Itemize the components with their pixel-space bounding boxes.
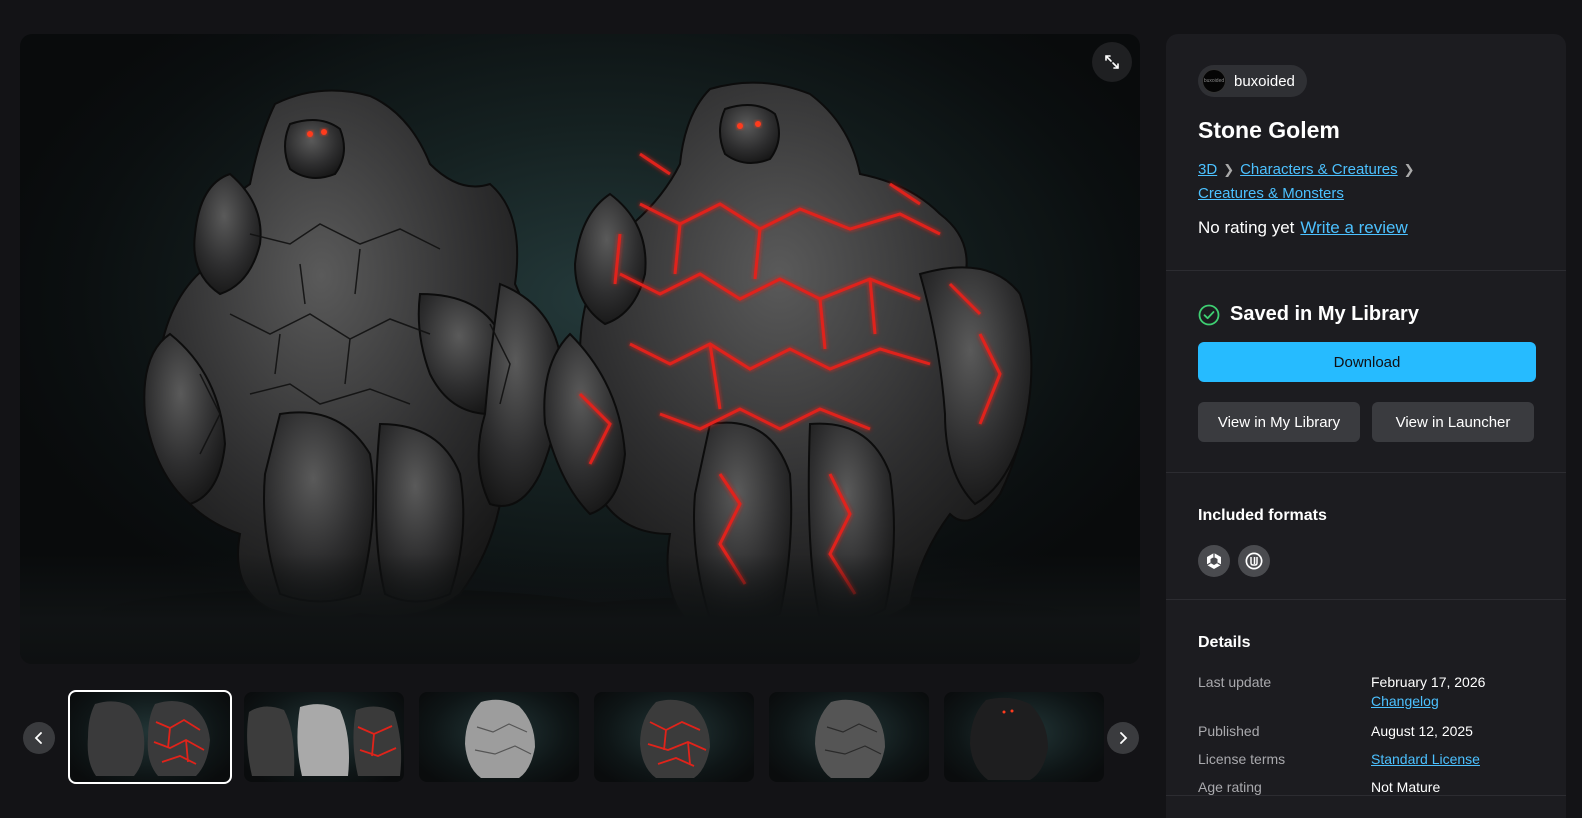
- details-heading: Details: [1198, 634, 1251, 651]
- seller-name: buxoided: [1234, 72, 1295, 90]
- detail-license: License terms Standard License: [1198, 751, 1534, 767]
- detail-last-update: Last update February 17, 2026 Changelog: [1198, 674, 1534, 709]
- unity-format-badge[interactable]: [1198, 545, 1230, 577]
- breadcrumb: 3D ❯ Characters & Creatures ❯ Creatures & Mo…: [1198, 158, 1448, 206]
- fullscreen-button[interactable]: [1092, 42, 1132, 82]
- product-title: Stone Golem: [1198, 117, 1340, 143]
- detail-label: Age rating: [1198, 779, 1262, 795]
- product-info-panel: buxoided buxoided Stone Golem 3D ❯ Charact…: [1166, 34, 1566, 818]
- chevron-right-icon: [1120, 732, 1128, 744]
- thumbnail-1[interactable]: [68, 690, 232, 784]
- view-in-my-library-button[interactable]: View in My Library: [1198, 402, 1360, 442]
- thumbnail-image: [247, 704, 402, 776]
- carousel-next-button[interactable]: [1107, 722, 1139, 754]
- detail-label: License terms: [1198, 751, 1286, 767]
- thumbnail-image: [970, 697, 1048, 780]
- unity-icon: [1206, 553, 1222, 569]
- thumbnail-3[interactable]: [419, 692, 579, 782]
- detail-published: Published August 12, 2025: [1198, 723, 1534, 739]
- changelog-link[interactable]: Changelog: [1371, 693, 1439, 709]
- details-section: Details Last update February 17, 2026 Ch…: [1166, 600, 1566, 796]
- library-actions: View in My Library View in Launcher: [1198, 402, 1534, 442]
- thumbnail-2[interactable]: [244, 692, 404, 782]
- library-status-text: Saved in My Library: [1230, 303, 1419, 325]
- chevron-left-icon: [34, 732, 42, 744]
- formats-section: Included formats: [1166, 473, 1566, 600]
- seller-chip[interactable]: buxoided buxoided: [1198, 65, 1307, 97]
- thumbnail-image: [87, 700, 210, 776]
- rating-row: No rating yet Write a review: [1198, 218, 1534, 238]
- detail-label: Last update: [1198, 674, 1272, 690]
- last-update-date: February 17, 2026: [1371, 674, 1486, 690]
- age-rating-value: Not Mature: [1371, 779, 1441, 795]
- detail-value: February 17, 2026 Changelog: [1371, 674, 1485, 709]
- product-header-section: buxoided buxoided Stone Golem 3D ❯ Charact…: [1166, 34, 1566, 271]
- thumbnail-image: [465, 699, 535, 778]
- expand-arrows-icon: [1105, 55, 1119, 69]
- render-floor: [20, 554, 1140, 664]
- seller-avatar: buxoided: [1202, 69, 1226, 93]
- golem-left: [143, 89, 562, 620]
- thumbnail-4[interactable]: [594, 692, 754, 782]
- detail-age-rating: Age rating Not Mature: [1198, 779, 1534, 795]
- golem-right-eye: [755, 121, 761, 127]
- view-in-launcher-button[interactable]: View in Launcher: [1372, 402, 1534, 442]
- breadcrumb-separator-icon: ❯: [1403, 162, 1415, 177]
- carousel-prev-button[interactable]: [23, 722, 55, 754]
- thumbnail-track: [68, 690, 1113, 785]
- golem-left-eye: [307, 131, 313, 137]
- breadcrumb-characters-creatures[interactable]: Characters & Creatures: [1240, 161, 1398, 178]
- published-date: August 12, 2025: [1371, 723, 1473, 739]
- thumbnail-carousel: [20, 690, 1140, 785]
- breadcrumb-3d[interactable]: 3D: [1198, 161, 1217, 178]
- product-image-viewer[interactable]: [20, 34, 1140, 664]
- formats-heading: Included formats: [1198, 507, 1327, 524]
- breadcrumb-separator-icon: ❯: [1223, 162, 1235, 177]
- rating-status: No rating yet: [1198, 218, 1295, 237]
- detail-label: Published: [1198, 723, 1260, 739]
- breadcrumb-creatures-monsters[interactable]: Creatures & Monsters: [1198, 185, 1344, 202]
- standard-license-link[interactable]: Standard License: [1371, 751, 1480, 767]
- unreal-format-badge[interactable]: [1238, 545, 1270, 577]
- unreal-engine-icon: [1245, 552, 1263, 570]
- formats-list: [1198, 545, 1534, 577]
- golem-left-eye: [321, 129, 327, 135]
- thumbnail-6[interactable]: [944, 692, 1104, 782]
- check-circle-icon: [1198, 304, 1220, 325]
- write-review-link[interactable]: Write a review: [1300, 218, 1407, 237]
- thumbnail-5[interactable]: [769, 692, 929, 782]
- library-status: Saved in My Library: [1198, 303, 1534, 326]
- thumbnail-image: [815, 699, 885, 778]
- library-section: Saved in My Library Download View in My …: [1166, 303, 1566, 473]
- golem-right-eye: [737, 123, 743, 129]
- golem-right: [543, 81, 1033, 632]
- download-button[interactable]: Download: [1198, 342, 1536, 382]
- thumbnail-image: [640, 699, 710, 778]
